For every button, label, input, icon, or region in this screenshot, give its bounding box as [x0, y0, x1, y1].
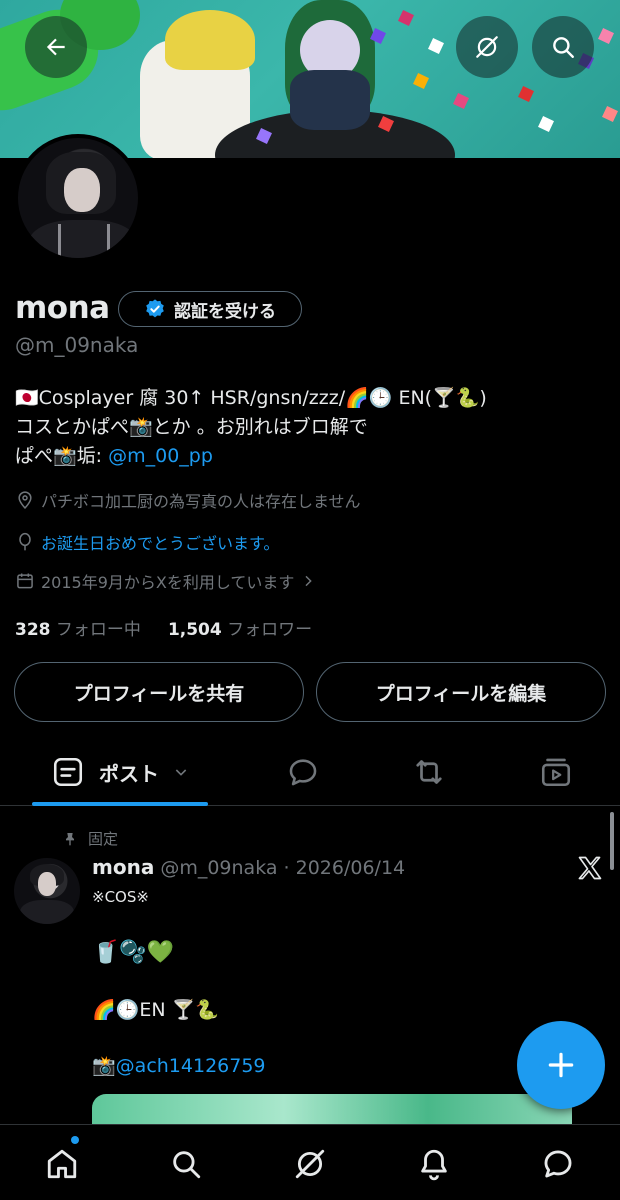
bio-line-2: コスとかぱぺ📸とか 。お別れはブロ解で [15, 416, 368, 438]
profile-birthday: お誕生日おめでとうございます。 [15, 530, 279, 554]
profile-location: パチボコ加工厨の為写真の人は存在しません [15, 488, 361, 512]
nav-notifications[interactable] [409, 1139, 459, 1189]
grok-icon [476, 36, 498, 58]
home-notification-dot [71, 1136, 79, 1144]
post-line-4-prefix: 📸 [92, 1055, 116, 1077]
post-line-3: 🌈🕒EN 🍸🐍 [92, 999, 219, 1021]
follow-stats: 328 フォロー中 1,504 フォロワー [15, 615, 312, 640]
profile-avatar[interactable] [14, 134, 142, 262]
birthday-text: お誕生日おめでとうございます。 [41, 534, 280, 553]
tab-posts-label: ポスト [99, 761, 159, 786]
chevron-down-icon [175, 769, 187, 776]
profile-handle: @m_09naka [15, 333, 139, 357]
post-line-1: ※COS※ [92, 888, 149, 906]
media-icon [541, 758, 571, 787]
header-banner [0, 0, 620, 158]
profile-tabs: ポスト [0, 740, 620, 806]
tab-reposts[interactable] [398, 740, 460, 804]
pinned-indicator: 固定 [62, 828, 118, 849]
nav-search[interactable] [161, 1139, 211, 1189]
search-icon [553, 37, 574, 58]
location-text: パチボコ加工厨の為写真の人は存在しません [41, 492, 361, 511]
nav-grok[interactable] [285, 1139, 335, 1189]
post-avatar[interactable] [14, 858, 80, 924]
location-pin-icon [18, 491, 32, 509]
chat-icon [544, 1150, 572, 1178]
bio-line-3-prefix: ぱぺ📸垢: [15, 445, 109, 467]
bio-line-3: ぱぺ📸垢: @m_00_pp [15, 442, 605, 471]
reply-icon [289, 759, 317, 786]
followers-link[interactable]: 1,504 フォロワー [168, 620, 312, 640]
calendar-icon [17, 573, 33, 589]
post-header: mona @m_09naka · 2026/06/14 [92, 855, 405, 879]
search-button[interactable] [532, 16, 594, 78]
balloon-icon [19, 532, 31, 551]
pin-icon [66, 832, 74, 846]
nav-home[interactable] [37, 1139, 87, 1189]
bio-mention-link[interactable]: @m_00_pp [108, 445, 213, 467]
profile-joined[interactable]: 2015年9月からXを利用しています [15, 569, 316, 593]
get-verified-button[interactable]: 認証を受ける [118, 291, 302, 327]
post-line-2: 🥤🫧💚 [92, 940, 175, 965]
grok-icon [295, 1149, 325, 1179]
edit-profile-button[interactable]: プロフィールを編集 [316, 662, 606, 722]
profile-name: mona [15, 290, 110, 326]
bio-line-1: 🇯🇵Cosplayer 腐 30↑ HSR/gnsn/zzz/🌈🕒 EN(🍸🐍) [15, 387, 487, 409]
x-logo-icon [578, 856, 602, 880]
post-mention-link[interactable]: @ach14126759 [116, 1055, 266, 1077]
grok-button[interactable] [456, 16, 518, 78]
active-tab-indicator [32, 802, 208, 806]
post-author-name[interactable]: mona [92, 855, 154, 879]
verified-badge-icon [146, 299, 164, 318]
tab-replies[interactable] [272, 740, 334, 804]
share-profile-button[interactable]: プロフィールを共有 [14, 662, 304, 722]
plus-icon [548, 1052, 574, 1078]
bottom-navigation [0, 1124, 620, 1200]
repost-icon [416, 760, 442, 784]
post-meta: @m_09naka · 2026/06/14 [160, 857, 406, 879]
back-button[interactable] [25, 16, 87, 78]
arrow-left-icon [46, 38, 65, 56]
posts-tab-icon [53, 757, 83, 787]
following-link[interactable]: 328 フォロー中 [15, 620, 141, 640]
post-media[interactable] [92, 1094, 572, 1124]
pinned-label: 固定 [88, 830, 119, 848]
scrollbar[interactable] [610, 812, 614, 870]
nav-messages[interactable] [533, 1139, 583, 1189]
compose-button[interactable] [517, 1021, 605, 1109]
tab-media[interactable] [525, 740, 587, 804]
chevron-right-icon [305, 575, 313, 587]
home-icon [47, 1149, 77, 1179]
post-line-4: 📸@ach14126759 [92, 1054, 266, 1077]
get-verified-label: 認証を受ける [174, 301, 276, 322]
search-icon [173, 1151, 201, 1179]
joined-text: 2015年9月からXを利用しています [41, 573, 295, 592]
tab-posts[interactable]: ポスト [32, 740, 208, 804]
bell-icon [421, 1149, 447, 1181]
profile-bio: 🇯🇵Cosplayer 腐 30↑ HSR/gnsn/zzz/🌈🕒 EN(🍸🐍)… [15, 384, 605, 471]
